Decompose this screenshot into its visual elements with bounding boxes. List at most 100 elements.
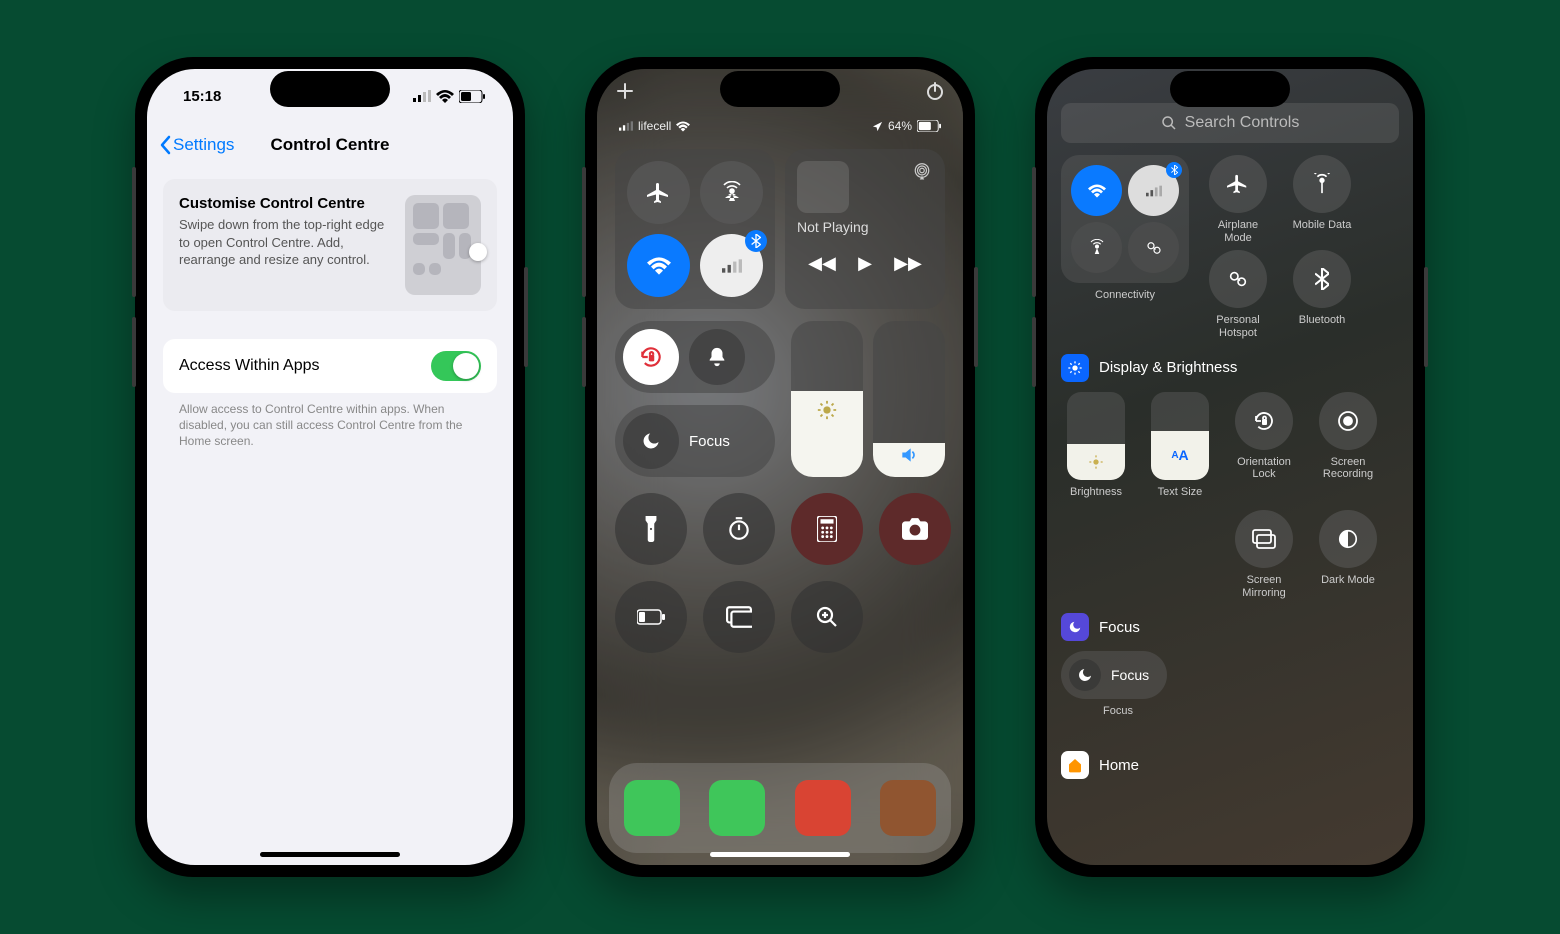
wifi-icon [436,90,454,103]
card-title: Customise Control Centre [179,195,393,212]
control-label: Bluetooth [1299,314,1345,327]
timer-button[interactable] [703,493,775,565]
camera-button[interactable] [879,493,951,565]
search-placeholder: Search Controls [1185,114,1300,132]
low-power-button[interactable] [615,581,687,653]
moon-icon [641,431,661,451]
focus-control-chip[interactable]: Focus [1061,651,1167,699]
battery-icon [917,120,941,132]
dark-mode-control[interactable]: Dark Mode [1313,510,1383,599]
phone-add-controls: Search Controls Connectivity Airplane Mo… [1035,57,1425,877]
access-within-apps-row[interactable]: Access Within Apps [163,339,497,393]
calculator-button[interactable] [791,493,863,565]
bluetooth-icon [1315,268,1329,290]
phone-settings: 15:18 Settings Control Centre Customise … [135,57,525,877]
airdrop-icon [720,181,744,205]
control-label: Screen Recording [1313,456,1383,481]
home-indicator[interactable] [710,852,850,857]
text-size-control[interactable]: AAAAText Size [1145,392,1215,499]
airplay-icon[interactable] [913,163,931,181]
flashlight-button[interactable] [615,493,687,565]
magnifier-icon [815,605,839,629]
control-label: Connectivity [1095,289,1155,302]
dock-blur [609,763,951,853]
control-centre-illustration [405,195,481,295]
hotspot-control[interactable]: Personal Hotspot [1203,250,1273,339]
focus-sublabel: Focus [1103,705,1399,717]
hotspot-icon [1227,268,1249,290]
sun-icon [816,399,838,421]
search-controls-field[interactable]: Search Controls [1061,103,1399,143]
rotation-lock-icon [638,344,664,370]
orientation-lock-control[interactable]: Orientation Lock [1229,392,1299,499]
screen-recording-control[interactable]: Screen Recording [1313,392,1383,499]
media-status-label: Not Playing [797,219,933,235]
display-section-header: Display & Brightness [1061,354,1399,382]
section-title: Home [1099,757,1139,774]
battery-icon [459,90,485,103]
media-play-button[interactable]: ▶ [858,253,872,274]
antenna-icon [1311,173,1333,195]
moon-icon [1077,667,1093,683]
media-tile[interactable]: Not Playing ◀◀ ▶ ▶▶ [785,149,945,309]
add-control-button[interactable] [615,81,635,101]
control-label: Text Size [1158,486,1203,499]
wifi-icon [647,256,671,276]
silent-toggle[interactable] [689,329,745,385]
connectivity-control[interactable]: Connectivity [1061,155,1189,340]
wifi-toggle[interactable] [627,234,690,297]
search-icon [1161,115,1177,131]
magnifier-button[interactable] [791,581,863,653]
control-label: Dark Mode [1321,574,1375,587]
home-indicator[interactable] [260,852,400,857]
more-connectivity-button[interactable] [700,234,763,297]
dynamic-island [720,71,840,107]
screen-mirroring-control[interactable]: Screen Mirroring [1229,510,1299,599]
phone-control-centre: lifecell 64% [585,57,975,877]
cellular-icon [722,259,742,273]
bluetooth-icon [751,234,761,248]
moon-icon [1068,620,1082,634]
camera-icon [902,518,928,540]
control-grid [615,493,945,653]
back-button[interactable]: Settings [159,135,234,155]
hotspot-icon [1145,239,1163,257]
airplane-toggle[interactable] [627,161,690,224]
mobile-data-control[interactable]: Mobile Data [1287,155,1357,244]
record-icon [1336,409,1360,433]
page-title: Control Centre [271,135,390,155]
rotation-lock-toggle[interactable] [623,329,679,385]
control-label: Screen Mirroring [1229,574,1299,599]
sun-icon [1067,360,1083,376]
back-label: Settings [173,135,234,155]
card-body: Swipe down from the top-right edge to op… [179,216,393,269]
connectivity-tile[interactable] [615,149,775,309]
status-time: 15:18 [183,88,221,105]
access-toggle[interactable] [431,351,481,381]
focus-tile[interactable]: Focus [615,405,775,477]
airdrop-icon [1088,239,1106,257]
rotation-lock-icon [1252,409,1276,433]
brightness-slider[interactable] [791,321,863,477]
media-prev-button[interactable]: ◀◀ [808,253,836,274]
volume-slider[interactable] [873,321,945,477]
control-label: Focus [1111,667,1149,683]
control-label: Mobile Data [1293,219,1352,232]
nav-bar: Settings Control Centre [147,123,513,167]
media-next-button[interactable]: ▶▶ [894,253,922,274]
dark-mode-icon [1337,528,1359,550]
control-label: Brightness [1070,486,1122,499]
airplane-icon [647,181,671,205]
bluetooth-control[interactable]: Bluetooth [1287,250,1357,339]
section-title: Focus [1099,619,1140,636]
sun-icon [1088,454,1104,470]
power-button[interactable] [925,81,945,101]
airdrop-toggle[interactable] [700,161,763,224]
screen-mirroring-button[interactable] [703,581,775,653]
airplane-control[interactable]: Airplane Mode [1203,155,1273,244]
home-section-header: Home [1061,751,1399,779]
control-label: Airplane Mode [1203,219,1273,244]
timer-icon [726,516,752,542]
calculator-icon [817,516,837,542]
brightness-control[interactable]: Brightness [1061,392,1131,499]
